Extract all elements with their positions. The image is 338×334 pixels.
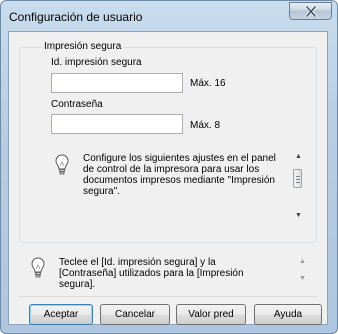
hint-scrollbar[interactable]: ▲ ▼ [295, 255, 309, 287]
help-button[interactable]: Ayuda [254, 304, 322, 325]
close-icon [305, 6, 317, 17]
password-input[interactable] [51, 114, 183, 134]
secure-print-note: Configure los siguientes ajustes en el p… [49, 140, 307, 226]
scroll-up-icon[interactable]: ▲ [295, 153, 302, 160]
scroll-thumb[interactable] [293, 169, 302, 188]
dialog-client-area: Impresión segura Id. impresión segura Má… [8, 31, 328, 325]
button-divider [19, 296, 317, 297]
secure-print-id-label: Id. impresión segura [51, 57, 142, 68]
lightbulb-icon [55, 154, 69, 175]
password-max: Máx. 8 [190, 120, 221, 131]
title-bar[interactable]: Configuración de usuario [1, 1, 337, 31]
secure-print-id-max: Máx. 16 [190, 78, 226, 89]
secure-print-note-text: Configure los siguientes ajustes en el p… [83, 153, 276, 197]
secure-print-group-label: Impresión segura [42, 41, 124, 52]
close-button[interactable] [289, 2, 332, 20]
dialog-window: Configuración de usuario Impresión segur… [0, 0, 338, 334]
lightbulb-icon [31, 257, 45, 278]
window-title: Configuración de usuario [9, 10, 143, 24]
scroll-down-icon[interactable]: ▼ [299, 275, 306, 282]
secure-print-id-input[interactable] [51, 73, 183, 93]
cancel-button[interactable]: Cancelar [100, 304, 170, 325]
scroll-down-icon[interactable]: ▼ [295, 212, 302, 219]
scroll-up-icon[interactable]: ▲ [299, 258, 306, 265]
hint-text: Teclee el [Id. impresión segura] y la [C… [59, 257, 244, 290]
hint-panel: Teclee el [Id. impresión segura] y la [C… [19, 247, 317, 291]
ok-button[interactable]: Aceptar [29, 304, 93, 325]
default-values-button[interactable]: Valor pred [176, 304, 246, 325]
note-scrollbar[interactable]: ▲ ▼ [291, 151, 305, 223]
password-label: Contraseña [51, 99, 103, 110]
